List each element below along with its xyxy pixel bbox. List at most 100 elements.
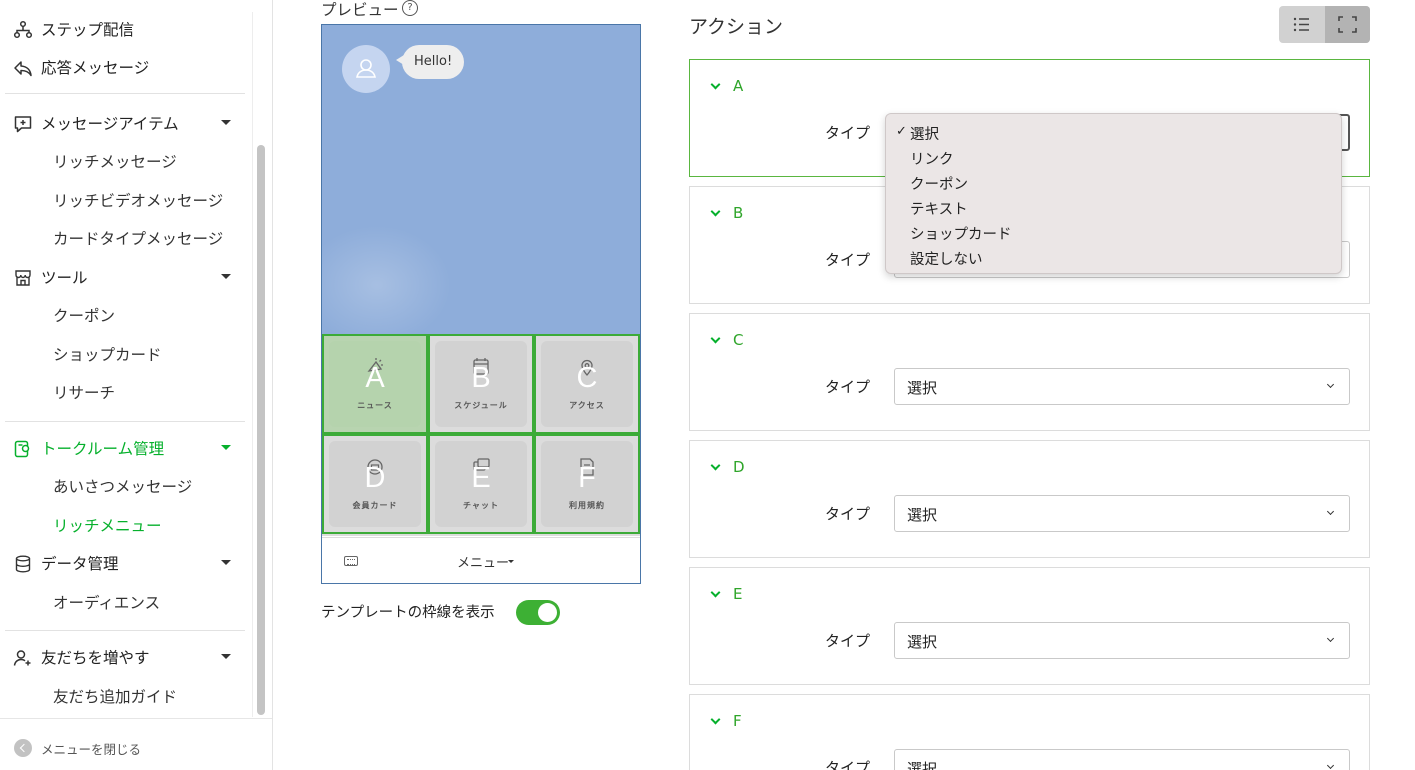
action-key[interactable]: B xyxy=(733,204,743,222)
chevron-down-icon xyxy=(221,120,231,125)
tree-icon xyxy=(13,20,33,39)
action-card-f: F タイプ 選択 xyxy=(689,694,1370,770)
sidebar-item-message-items[interactable]: メッセージアイテム xyxy=(0,108,252,138)
add-user-icon xyxy=(13,650,31,666)
action-card-c: C タイプ 選択 xyxy=(689,313,1370,431)
rich-menu-cell-e[interactable]: E チャット xyxy=(428,434,534,534)
chevron-down-icon[interactable] xyxy=(710,79,721,90)
store-icon xyxy=(15,270,31,286)
sidebar-item-greeting[interactable]: あいさつメッセージ xyxy=(53,475,192,497)
dropdown-option-shop-card[interactable]: ショップカード xyxy=(910,223,1012,244)
type-select[interactable]: 選択 xyxy=(894,622,1350,659)
template-border-toggle[interactable] xyxy=(516,600,560,625)
sidebar: ステップ配信 応答メッセージ メッセージアイテム リッチメッセージ リッチビデオ… xyxy=(0,0,273,770)
background-decoration xyxy=(322,225,452,335)
sidebar-item-shop-card[interactable]: ショップカード xyxy=(53,343,162,365)
rich-menu-cell-f[interactable]: F 利用規約 xyxy=(534,434,640,534)
cell-caption: 会員カード xyxy=(352,501,398,510)
type-select[interactable]: 選択 xyxy=(894,368,1350,405)
sidebar-item-data-management[interactable]: データ管理 xyxy=(0,548,252,578)
sidebar-item-label: トークルーム管理 xyxy=(41,440,165,458)
sidebar-item-coupon[interactable]: クーポン xyxy=(53,304,115,326)
phone-preview: Hello! A ニュース B スケジュール C アクセス D 会員カード E … xyxy=(321,24,641,584)
sidebar-item-audience[interactable]: オーディエンス xyxy=(53,591,160,613)
dropdown-option-coupon[interactable]: クーポン xyxy=(910,173,968,194)
action-key[interactable]: D xyxy=(733,458,745,476)
chevron-down-icon xyxy=(221,654,231,659)
sidebar-item-add-friends[interactable]: 友だちを増やす xyxy=(0,642,252,672)
message-plus-icon xyxy=(14,116,32,133)
sidebar-item-tools[interactable]: ツール xyxy=(0,262,252,292)
dropdown-option-text[interactable]: テキスト xyxy=(910,198,968,219)
keyboard-icon[interactable] xyxy=(344,556,358,566)
menu-toggle-label[interactable]: メニュー xyxy=(457,552,509,571)
type-dropdown-menu: ✓ 選択 リンク クーポン テキスト ショップカード 設定しない xyxy=(885,113,1342,274)
sidebar-item-label: 友だちを増やす xyxy=(41,649,150,667)
cell-letter: D xyxy=(364,462,386,494)
close-menu-button[interactable]: メニューを閉じる xyxy=(0,718,272,770)
sidebar-item-label: ステップ配信 xyxy=(41,21,135,39)
sidebar-item-rich-video-message[interactable]: リッチビデオメッセージ xyxy=(53,189,223,211)
sidebar-item-friend-guide[interactable]: 友だち追加ガイド xyxy=(53,685,177,707)
template-border-label: テンプレートの枠線を表示 xyxy=(321,605,495,621)
checkmark-icon: ✓ xyxy=(896,124,907,139)
chevron-down-icon xyxy=(221,274,231,279)
chat-area: Hello! xyxy=(322,25,640,335)
list-view-button[interactable] xyxy=(1279,6,1324,43)
type-select[interactable]: 選択 xyxy=(894,495,1350,532)
cell-caption: 利用規約 xyxy=(569,501,605,510)
sidebar-item-card-type-message[interactable]: カードタイプメッセージ xyxy=(53,227,223,249)
sidebar-item-step-delivery[interactable]: ステップ配信 xyxy=(0,14,252,44)
chevron-down-icon[interactable] xyxy=(710,460,721,471)
expand-icon xyxy=(1338,16,1357,33)
rich-menu-cell-c[interactable]: C アクセス xyxy=(534,334,640,434)
sidebar-scrollbar[interactable] xyxy=(257,145,265,715)
close-menu-label: メニューを閉じる xyxy=(41,742,142,757)
sidebar-item-talkroom[interactable]: トークルーム管理 xyxy=(0,433,252,463)
help-icon[interactable]: ? xyxy=(402,0,418,16)
dropdown-option-link[interactable]: リンク xyxy=(910,148,954,169)
action-key[interactable]: C xyxy=(733,331,743,349)
type-label: タイプ xyxy=(825,632,871,650)
sidebar-item-rich-message[interactable]: リッチメッセージ xyxy=(53,150,177,172)
view-toggle xyxy=(1279,6,1370,43)
chevron-down-icon[interactable] xyxy=(710,714,721,725)
rich-menu-cell-a[interactable]: A ニュース xyxy=(322,334,428,434)
sidebar-item-auto-reply[interactable]: 応答メッセージ xyxy=(0,52,252,82)
action-key[interactable]: E xyxy=(733,585,742,603)
rich-menu-cell-d[interactable]: D 会員カード xyxy=(322,434,428,534)
action-key[interactable]: F xyxy=(733,712,742,730)
cell-caption: チャット xyxy=(463,501,499,510)
type-select[interactable]: 選択 xyxy=(894,749,1350,770)
sidebar-divider xyxy=(5,421,245,422)
type-select-value: 選択 xyxy=(907,379,938,397)
chevron-down-icon[interactable] xyxy=(710,206,721,217)
rich-menu-cell-b[interactable]: B スケジュール xyxy=(428,334,534,434)
dropdown-option-select[interactable]: 選択 xyxy=(910,123,939,144)
fullscreen-button[interactable] xyxy=(1325,6,1370,43)
dropdown-option-none[interactable]: 設定しない xyxy=(910,248,983,269)
chat-menu-bar: メニュー xyxy=(322,537,640,583)
sidebar-item-research[interactable]: リサーチ xyxy=(53,381,115,403)
actions-title: アクション xyxy=(689,16,784,38)
type-select-value: 選択 xyxy=(907,506,938,524)
chevron-down-icon xyxy=(221,560,231,565)
reply-icon xyxy=(14,61,32,77)
action-card-d: D タイプ 選択 xyxy=(689,440,1370,558)
chevron-left-icon xyxy=(14,739,32,757)
chevron-down-icon[interactable] xyxy=(710,333,721,344)
avatar xyxy=(342,45,390,93)
sidebar-item-rich-menu[interactable]: リッチメニュー xyxy=(53,514,162,536)
action-key[interactable]: A xyxy=(733,77,743,95)
cell-caption: スケジュール xyxy=(454,401,508,410)
type-label: タイプ xyxy=(825,759,871,770)
chevron-down-icon xyxy=(1326,507,1335,516)
type-label: タイプ xyxy=(825,505,871,523)
type-label: タイプ xyxy=(825,251,871,269)
chat-settings-icon xyxy=(14,440,30,458)
chevron-down-icon xyxy=(1326,761,1335,770)
type-select-value: 選択 xyxy=(907,760,938,770)
rich-menu-grid: A ニュース B スケジュール C アクセス D 会員カード E チャット F … xyxy=(322,334,640,536)
chevron-down-icon[interactable] xyxy=(710,587,721,598)
database-icon xyxy=(15,555,31,573)
